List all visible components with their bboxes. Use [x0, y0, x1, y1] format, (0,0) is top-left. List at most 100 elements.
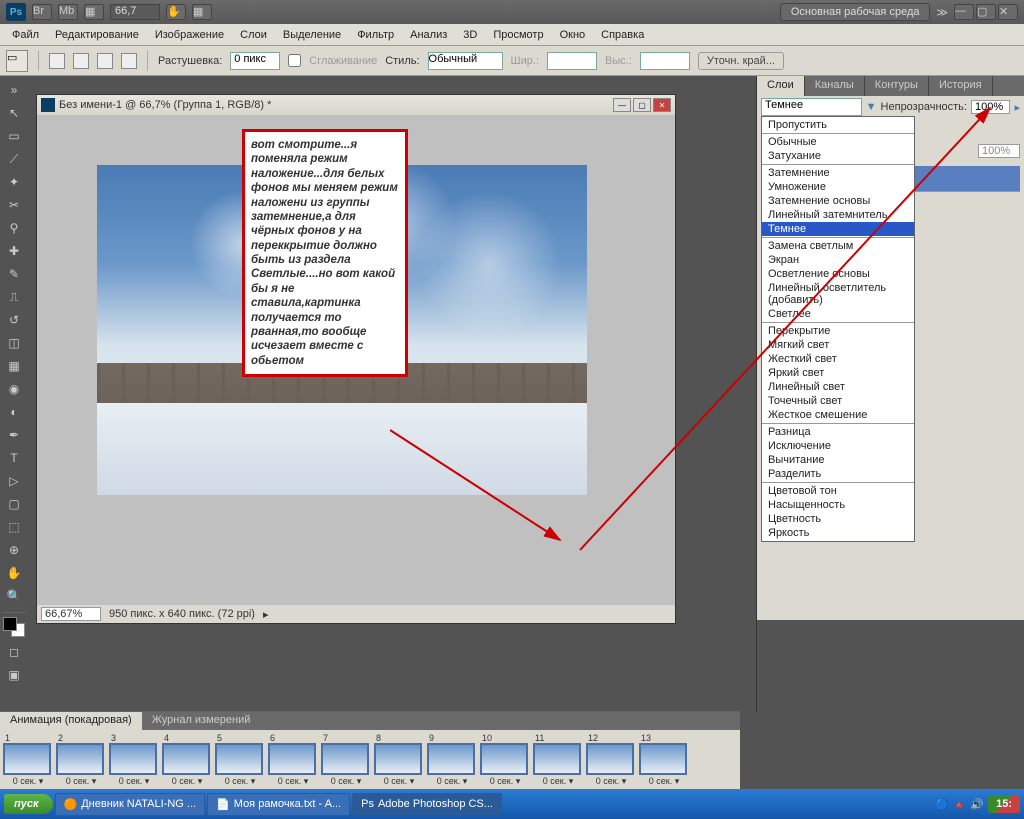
blend-mode-select[interactable]: Темнее — [761, 98, 862, 116]
tray-icon[interactable]: 🔺 — [953, 798, 967, 811]
brush-tool-icon[interactable]: ✎ — [2, 263, 26, 285]
animation-frame[interactable]: 60 сек. ▾ — [268, 733, 318, 788]
tray-icon[interactable]: 🔵 — [935, 798, 949, 811]
wand-tool-icon[interactable]: ✦ — [2, 171, 26, 193]
menu-help[interactable]: Справка — [593, 26, 652, 44]
heal-tool-icon[interactable]: ✚ — [2, 240, 26, 262]
doc-canvas[interactable]: вот смотрите...я поменяла режим наложени… — [37, 115, 675, 605]
blend-opt[interactable]: Затемнение основы — [762, 194, 914, 208]
antialias-checkbox[interactable] — [288, 54, 301, 67]
blend-opt[interactable]: Разделить — [762, 467, 914, 481]
menu-3d[interactable]: 3D — [455, 26, 485, 44]
blend-opt[interactable]: Затемнение — [762, 166, 914, 180]
path-tool-icon[interactable]: ▷ — [2, 470, 26, 492]
menu-window[interactable]: Окно — [552, 26, 594, 44]
animation-frame[interactable]: 30 сек. ▾ — [109, 733, 159, 788]
fg-color[interactable] — [3, 617, 17, 631]
blend-opt[interactable]: Цветовой тон — [762, 484, 914, 498]
move-tool-icon[interactable]: ↖ — [2, 102, 26, 124]
menu-analysis[interactable]: Анализ — [402, 26, 455, 44]
tool-preset-icon[interactable]: ▭ — [6, 50, 28, 72]
system-tray[interactable]: 🔵 🔺 🔊 15: — [935, 795, 1020, 813]
doc-minimize[interactable]: — — [613, 98, 631, 112]
blend-opt-selected[interactable]: Темнее — [762, 222, 914, 236]
blend-opt[interactable]: Линейный осветлитель (добавить) — [762, 281, 914, 307]
animation-frame[interactable]: 10 сек. ▾ — [3, 733, 53, 788]
blend-opt[interactable]: Экран — [762, 253, 914, 267]
task-btn-2[interactable]: 📄Моя рамочка.txt - A... — [207, 793, 350, 816]
animation-frame[interactable]: 40 сек. ▾ — [162, 733, 212, 788]
blur-tool-icon[interactable]: ◉ — [2, 378, 26, 400]
screenmode-icon[interactable]: ▣ — [2, 664, 26, 686]
animation-frame[interactable]: 130 сек. ▾ — [639, 733, 689, 788]
doc-info-arrow[interactable]: ▸ — [263, 608, 269, 621]
pen-tool-icon[interactable]: ✒ — [2, 424, 26, 446]
dodge-tool-icon[interactable]: ◐ — [2, 401, 26, 423]
blend-opt[interactable]: Мягкий свет — [762, 338, 914, 352]
menu-file[interactable]: Файл — [4, 26, 47, 44]
animation-frame[interactable]: 50 сек. ▾ — [215, 733, 265, 788]
blend-opt[interactable]: Осветление основы — [762, 267, 914, 281]
marquee-int-icon[interactable] — [121, 53, 137, 69]
3d-tool-icon[interactable]: ⬚ — [2, 516, 26, 538]
anim-tab-measure[interactable]: Журнал измерений — [142, 712, 261, 730]
animation-frame[interactable]: 90 сек. ▾ — [427, 733, 477, 788]
lasso-tool-icon[interactable]: ⟋ — [2, 148, 26, 170]
task-btn-1[interactable]: 🟠Дневник NATALI-NG ... — [55, 793, 206, 816]
task-btn-3[interactable]: PsAdobe Photoshop CS... — [352, 793, 502, 815]
3d-camera-icon[interactable]: ⊕ — [2, 539, 26, 561]
blend-opt[interactable]: Линейный затемнитель — [762, 208, 914, 222]
blend-opt[interactable]: Линейный свет — [762, 380, 914, 394]
tab-channels[interactable]: Каналы — [805, 76, 865, 96]
marquee-add-icon[interactable] — [73, 53, 89, 69]
blend-opt[interactable]: Точечный свет — [762, 394, 914, 408]
top-btn-4[interactable]: ✋ — [166, 4, 186, 20]
top-btn-5[interactable]: ▦ — [192, 4, 212, 20]
type-tool-icon[interactable]: T — [2, 447, 26, 469]
shape-tool-icon[interactable]: ▢ — [2, 493, 26, 515]
menu-filter[interactable]: Фильтр — [349, 26, 402, 44]
tab-history[interactable]: История — [929, 76, 993, 96]
blend-opt[interactable]: Цветность — [762, 512, 914, 526]
maximize-button[interactable]: ▢ — [976, 4, 996, 20]
blend-opt[interactable]: Вычитание — [762, 453, 914, 467]
blend-opt[interactable]: Жесткое смешение — [762, 408, 914, 422]
blend-opt[interactable]: Исключение — [762, 439, 914, 453]
animation-frame[interactable]: 70 сек. ▾ — [321, 733, 371, 788]
doc-close[interactable]: ✕ — [653, 98, 671, 112]
blend-opt[interactable]: Замена светлым — [762, 239, 914, 253]
blend-opt[interactable]: Жесткий свет — [762, 352, 914, 366]
blend-opt[interactable]: Яркий свет — [762, 366, 914, 380]
eyedropper-tool-icon[interactable]: ⚲ — [2, 217, 26, 239]
top-btn-1[interactable]: Br — [32, 4, 52, 20]
zoom-level[interactable]: 66,7 — [110, 4, 160, 20]
history-brush-icon[interactable]: ↺ — [2, 309, 26, 331]
animation-frame[interactable]: 120 сек. ▾ — [586, 733, 636, 788]
quickmask-icon[interactable]: ◻ — [2, 641, 26, 663]
marquee-new-icon[interactable] — [49, 53, 65, 69]
tray-icon[interactable]: 🔊 — [970, 798, 984, 811]
menu-layers[interactable]: Слои — [232, 26, 275, 44]
expand-icon[interactable]: ≫ — [936, 6, 948, 19]
doc-maximize[interactable]: ▢ — [633, 98, 651, 112]
blend-opt[interactable]: Умножение — [762, 180, 914, 194]
blend-opt[interactable]: Затухание — [762, 149, 914, 163]
blend-opt[interactable]: Светлее — [762, 307, 914, 321]
collapse-icon[interactable]: » — [2, 79, 26, 101]
menu-image[interactable]: Изображение — [147, 26, 232, 44]
opacity-value[interactable]: 100% — [971, 100, 1011, 114]
minimize-button[interactable]: — — [954, 4, 974, 20]
style-select[interactable]: Обычный — [428, 52, 503, 70]
animation-frame[interactable]: 80 сек. ▾ — [374, 733, 424, 788]
doc-titlebar[interactable]: Без имени-1 @ 66,7% (Группа 1, RGB/8) * … — [37, 95, 675, 115]
top-btn-3[interactable]: ▦ — [84, 4, 104, 20]
tab-paths[interactable]: Контуры — [865, 76, 929, 96]
marquee-sub-icon[interactable] — [97, 53, 113, 69]
animation-frame[interactable]: 100 сек. ▾ — [480, 733, 530, 788]
doc-zoom[interactable]: 66,67% — [41, 607, 101, 621]
menu-edit[interactable]: Редактирование — [47, 26, 147, 44]
workspace-selector[interactable]: Основная рабочая среда — [780, 3, 931, 21]
color-swatch[interactable] — [3, 617, 25, 637]
close-button[interactable]: ✕ — [998, 4, 1018, 20]
feather-input[interactable]: 0 пикс — [230, 52, 280, 70]
